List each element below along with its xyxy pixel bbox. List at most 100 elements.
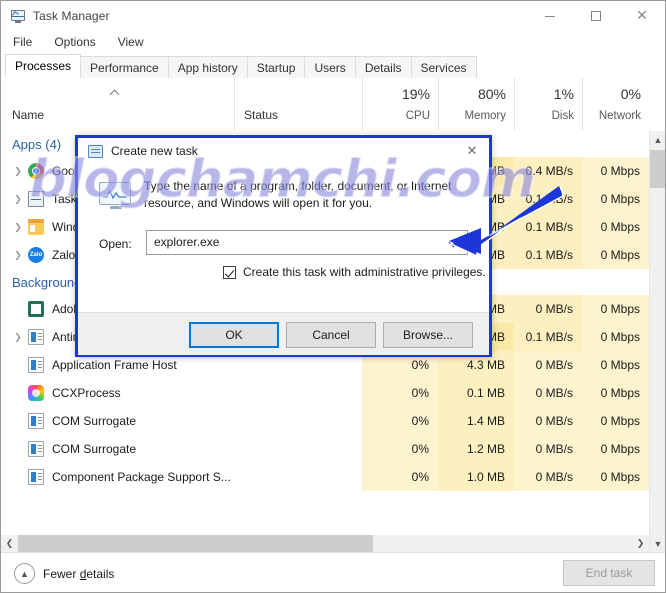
admin-privileges-checkbox[interactable]: [223, 265, 236, 279]
end-task-button[interactable]: End task: [563, 560, 655, 586]
scroll-down-icon[interactable]: ▼: [650, 535, 665, 552]
expand-chevron-icon[interactable]: ❯: [10, 166, 26, 177]
app-icon: [28, 329, 44, 345]
task-manager-icon: [10, 8, 26, 24]
cell-disk: 0.1 MB/s: [514, 241, 582, 269]
cell-status: [234, 407, 362, 435]
cell-memory: 1.2 MB: [438, 435, 514, 463]
dialog-footer: OK Cancel Browse...: [78, 312, 489, 355]
open-combobox[interactable]: explorer.exe: [146, 230, 468, 255]
column-header-name[interactable]: Name: [1, 78, 234, 130]
tab-services[interactable]: Services: [410, 56, 477, 78]
expand-chevron-icon[interactable]: ❯: [10, 222, 26, 233]
cell-disk: 0.1 MB/s: [514, 185, 582, 213]
process-name: COM Surrogate: [52, 442, 137, 456]
dialog-close-button[interactable]: ✕: [455, 138, 489, 164]
column-header-disk[interactable]: 1% Disk: [514, 78, 582, 130]
tab-processes[interactable]: Processes: [5, 54, 82, 78]
cell-disk: 0 MB/s: [514, 463, 582, 491]
expand-chevron-icon[interactable]: ❯: [10, 194, 26, 205]
cell-network: 0 Mbps: [582, 295, 649, 323]
cell-status: [234, 463, 362, 491]
cell-network: 0 Mbps: [582, 407, 649, 435]
maximize-button[interactable]: [573, 1, 619, 31]
scroll-right-icon[interactable]: ❯: [632, 535, 649, 552]
sort-ascending-icon: [111, 88, 120, 97]
fewer-details-label: Fewer details: [43, 566, 115, 581]
cell-network: 0 Mbps: [582, 157, 649, 185]
admin-privileges-label: Create this task with administrative pri…: [243, 265, 486, 279]
browse-button[interactable]: Browse...: [383, 322, 473, 348]
chevron-down-icon[interactable]: [450, 239, 459, 248]
column-header-network[interactable]: 0% Network: [582, 78, 649, 130]
menu-item-options[interactable]: Options: [51, 33, 98, 51]
adobe-icon: [28, 301, 44, 317]
column-header-cpu[interactable]: 19% CPU: [362, 78, 438, 130]
menu-item-view[interactable]: View: [115, 33, 147, 51]
cancel-button[interactable]: Cancel: [286, 322, 376, 348]
column-header-status[interactable]: Status: [234, 78, 362, 130]
scroll-left-icon[interactable]: ❮: [1, 535, 18, 552]
expand-chevron-icon[interactable]: ❯: [10, 332, 26, 343]
cell-status: [234, 379, 362, 407]
close-icon: ✕: [636, 8, 648, 24]
cell-cpu: 0%: [362, 435, 438, 463]
cell-cpu: 0%: [362, 407, 438, 435]
cell-network: 0 Mbps: [582, 463, 649, 491]
minimize-button[interactable]: [527, 1, 573, 31]
column-header-memory[interactable]: 80% Memory: [438, 78, 514, 130]
table-row[interactable]: ❯ Component Package Support S... 0% 1.0 …: [1, 463, 649, 491]
vertical-scrollbar-thumb[interactable]: [650, 150, 665, 188]
open-input-value[interactable]: explorer.exe: [154, 235, 219, 249]
cell-disk: 0 MB/s: [514, 351, 582, 379]
title-bar: Task Manager ✕: [1, 1, 665, 31]
process-name: CCXProcess: [52, 386, 121, 400]
table-row[interactable]: ❯ CCXProcess 0% 0.1 MB 0 MB/s 0 Mbps: [1, 379, 649, 407]
zalo-icon: Zalo: [28, 247, 44, 263]
tab-startup[interactable]: Startup: [246, 56, 306, 78]
cell-disk: 0.1 MB/s: [514, 213, 582, 241]
menu-item-file[interactable]: File: [10, 33, 35, 51]
fewer-details-button[interactable]: ▲ Fewer details: [14, 563, 114, 584]
cell-network: 0 Mbps: [582, 379, 649, 407]
dialog-body: Type the name of a program, folder, docu…: [78, 164, 489, 312]
cell-disk: 0.4 MB/s: [514, 157, 582, 185]
cell-cpu: 0%: [362, 463, 438, 491]
cell-disk: 0 MB/s: [514, 295, 582, 323]
admin-privileges-checkbox-row[interactable]: Create this task with administrative pri…: [223, 265, 486, 279]
app-icon: [28, 441, 44, 457]
ccx-icon: [28, 385, 44, 401]
column-header-row: Name Status 19% CPU 80% Memory 1% Disk 0…: [1, 78, 665, 132]
tab-app-history[interactable]: App history: [167, 56, 248, 78]
create-new-task-dialog: Create new task ✕ Type the name of a pro…: [75, 135, 492, 357]
tab-users[interactable]: Users: [304, 56, 356, 78]
expand-chevron-icon[interactable]: ❯: [10, 250, 26, 261]
tab-performance[interactable]: Performance: [80, 56, 169, 78]
menu-bar: File Options View: [1, 31, 163, 53]
horizontal-scrollbar[interactable]: ❮ ❯: [1, 535, 649, 552]
app-icon: [28, 357, 44, 373]
open-label: Open:: [99, 237, 132, 251]
task-manager-window: Task Manager ✕ File Options View Process…: [0, 0, 666, 593]
window-title: Task Manager: [33, 9, 110, 23]
cell-memory: 1.0 MB: [438, 463, 514, 491]
chrome-icon: [28, 163, 44, 179]
process-name: Component Package Support S...: [52, 470, 231, 484]
app-icon: [28, 413, 44, 429]
vertical-scrollbar[interactable]: ▲ ▼: [649, 131, 665, 552]
table-row[interactable]: ❯ COM Surrogate 0% 1.4 MB 0 MB/s 0 Mbps: [1, 407, 649, 435]
app-icon: [28, 469, 44, 485]
cell-memory: 0.1 MB: [438, 379, 514, 407]
cell-disk: 0 MB/s: [514, 407, 582, 435]
cell-network: 0 Mbps: [582, 435, 649, 463]
table-row[interactable]: ❯ COM Surrogate 0% 1.2 MB 0 MB/s 0 Mbps: [1, 435, 649, 463]
ok-button[interactable]: OK: [189, 322, 279, 348]
close-button[interactable]: ✕: [619, 1, 665, 31]
process-name: COM Surrogate: [52, 414, 137, 428]
waveform-icon: [103, 189, 127, 199]
tab-details[interactable]: Details: [354, 56, 412, 78]
chevron-up-icon: ▲: [14, 563, 35, 584]
scroll-up-icon[interactable]: ▲: [650, 131, 665, 148]
horizontal-scrollbar-thumb[interactable]: [18, 535, 373, 552]
cell-disk: 0 MB/s: [514, 435, 582, 463]
